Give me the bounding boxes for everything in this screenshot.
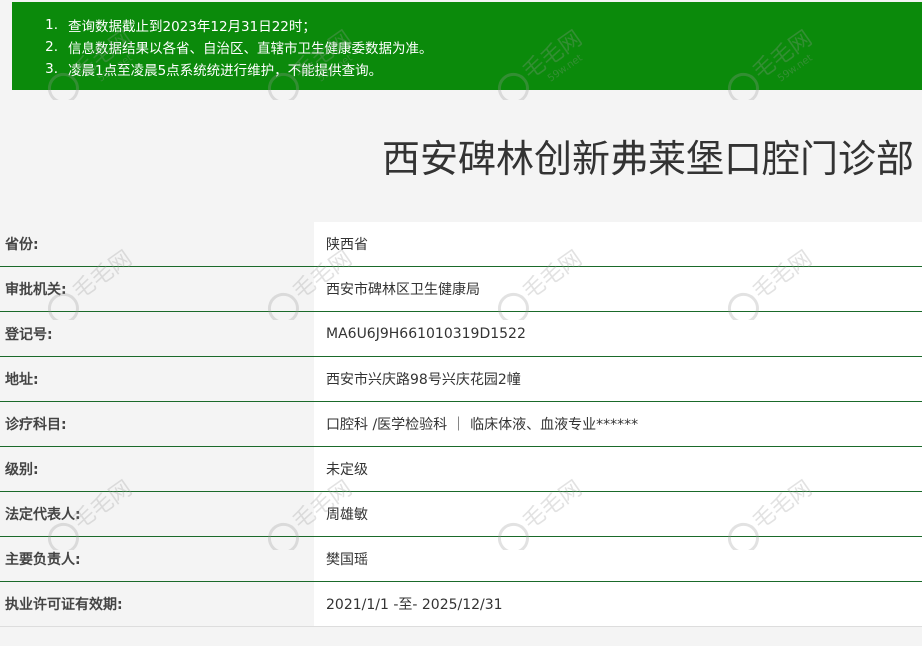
- row-label: 登记号:: [0, 312, 314, 356]
- notice-item: 3. 凌晨1点至凌晨5点系统统进行维护，不能提供查询。: [12, 58, 922, 80]
- table-row-license-validity: 执业许可证有效期: 2021/1/1 -至- 2025/12/31: [0, 582, 922, 627]
- row-value: MA6U6J9H661010319D1522: [314, 312, 922, 356]
- table-row-legal-representative: 法定代表人: 周雄敏: [0, 492, 922, 537]
- notice-banner: 1. 查询数据截止到2023年12月31日22时； 2. 信息数据结果以各省、自…: [12, 2, 922, 90]
- notice-item-number: 3.: [45, 61, 58, 77]
- row-value: 未定级: [314, 447, 922, 491]
- notice-item-text: 凌晨1点至凌晨5点系统统进行维护，不能提供查询。: [68, 63, 383, 79]
- row-label: 级别:: [0, 447, 314, 491]
- notice-item-text: 查询数据截止到2023年12月31日22时；: [68, 19, 316, 35]
- table-row-level: 级别: 未定级: [0, 447, 922, 492]
- notice-item-number: 2.: [45, 39, 58, 55]
- row-label: 法定代表人:: [0, 492, 314, 536]
- row-value: 陕西省: [314, 222, 922, 266]
- row-label: 执业许可证有效期:: [0, 582, 314, 626]
- row-value: 西安市碑林区卫生健康局: [314, 267, 922, 311]
- notice-item: 1. 查询数据截止到2023年12月31日22时；: [12, 14, 922, 36]
- table-row-province: 省份: 陕西省: [0, 222, 922, 267]
- table-row-departments: 诊疗科目: 口腔科 /医学检验科 ｜ 临床体液、血液专业******: [0, 402, 922, 447]
- row-value: 口腔科 /医学检验科 ｜ 临床体液、血液专业******: [314, 402, 922, 446]
- table-row-registration-number: 登记号: MA6U6J9H661010319D1522: [0, 312, 922, 357]
- table-row-principal: 主要负责人: 樊国瑶: [0, 537, 922, 582]
- row-label: 诊疗科目:: [0, 402, 314, 446]
- row-label: 主要负责人:: [0, 537, 314, 581]
- row-value: 周雄敏: [314, 492, 922, 536]
- notice-item-text: 信息数据结果以各省、自治区、直辖市卫生健康委数据为准。: [68, 41, 433, 57]
- page-title: 西安碑林创新弗莱堡口腔门诊部: [381, 137, 914, 181]
- info-table: 省份: 陕西省 审批机关: 西安市碑林区卫生健康局 登记号: MA6U6J9H6…: [0, 222, 922, 627]
- notice-item-number: 1.: [45, 17, 58, 33]
- row-label: 省份:: [0, 222, 314, 266]
- row-value: 2021/1/1 -至- 2025/12/31: [314, 582, 922, 626]
- notice-item: 2. 信息数据结果以各省、自治区、直辖市卫生健康委数据为准。: [12, 36, 922, 58]
- table-row-approval-authority: 审批机关: 西安市碑林区卫生健康局: [0, 267, 922, 312]
- row-value: 西安市兴庆路98号兴庆花园2幢: [314, 357, 922, 401]
- row-label: 审批机关:: [0, 267, 314, 311]
- table-row-address: 地址: 西安市兴庆路98号兴庆花园2幢: [0, 357, 922, 402]
- row-value: 樊国瑶: [314, 537, 922, 581]
- row-label: 地址:: [0, 357, 314, 401]
